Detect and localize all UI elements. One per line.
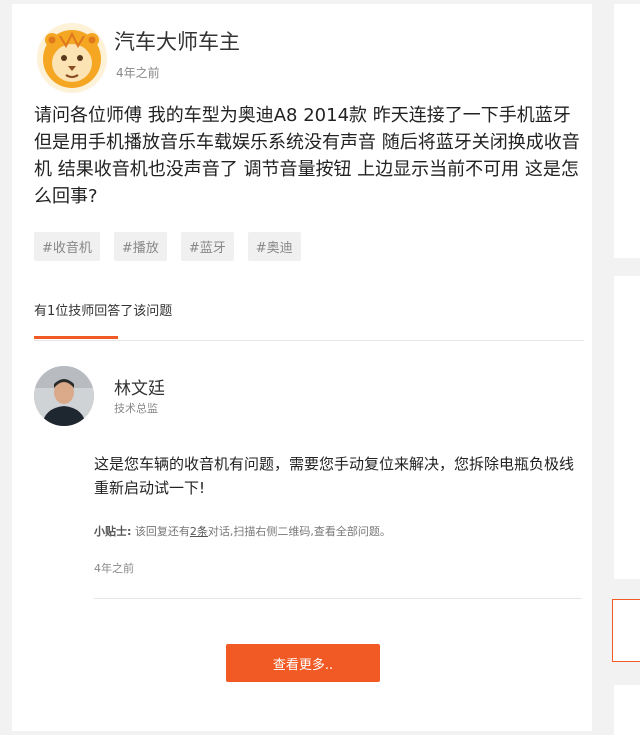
answer-divider [94, 598, 582, 599]
tag-playback[interactable]: #播放 [113, 232, 167, 261]
asker-time: 4年之前 [116, 66, 160, 80]
tip-conversation-link[interactable]: 2条 [190, 525, 208, 538]
technician-photo-icon [34, 366, 94, 426]
question-text: 请问各位师傅 我的车型为奥迪A8 2014款 昨天连接了一下手机蓝牙 但是用手机… [34, 105, 580, 207]
answer-time: 4年之前 [94, 562, 134, 575]
question-card: 汽车大师车主 4年之前 请问各位师傅 我的车型为奥迪A8 2014款 昨天连接了… [12, 4, 592, 731]
asker-name: 汽车大师车主 [114, 30, 240, 54]
sidebar-panel-bottom [614, 685, 640, 735]
technician-avatar[interactable] [34, 366, 94, 426]
sidebar-panel-top [614, 4, 640, 258]
tag-radio[interactable]: #收音机 [34, 232, 100, 261]
answers-header: 有1位技师回答了该问题 [34, 304, 173, 319]
tip-text-before: 该回复还有 [134, 525, 190, 538]
view-more-button[interactable]: 查看更多.. [226, 644, 380, 682]
tip-label: 小贴士: [94, 525, 132, 538]
tag-bluetooth[interactable]: #蓝牙 [180, 232, 234, 261]
technician-name[interactable]: 林文廷 [114, 374, 165, 399]
tag-list: #收音机 #播放 #蓝牙 #奥迪 [34, 232, 301, 261]
answer-text: 这是您车辆的收音机有问题，需要您手动复位来解决，您拆除电瓶负极线重新启动试一下! [94, 455, 575, 497]
technician-title: 技术总监 [114, 402, 158, 415]
sidebar-panel-middle [614, 276, 640, 579]
tip-line: 小贴士: 该回复还有2条对话,扫描右侧二维码,查看全部问题。 [94, 523, 391, 539]
active-tab-indicator [34, 336, 118, 339]
tag-audi[interactable]: #奥迪 [247, 232, 301, 261]
section-divider [34, 340, 584, 341]
lion-avatar-icon[interactable] [36, 22, 108, 94]
sidebar-qr-box[interactable] [612, 599, 640, 662]
tip-text-after: 对话,扫描右侧二维码,查看全部问题。 [207, 525, 391, 538]
